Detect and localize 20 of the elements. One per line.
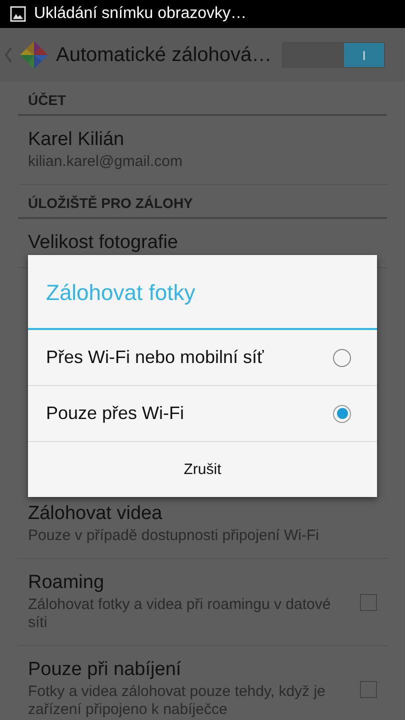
notification-text: Ukládání snímku obrazovky… — [34, 5, 247, 23]
option-label: Přes Wi-Fi nebo mobilní síť — [46, 347, 264, 368]
screen-title: Automatické zálohová… — [56, 44, 273, 66]
option-row[interactable]: Pouze přes Wi-Fi — [28, 386, 377, 442]
dialog-title: Zálohovat fotky — [28, 255, 377, 330]
section-header: ÚČET — [18, 82, 387, 116]
checkbox[interactable] — [360, 594, 377, 610]
setting-title: Karel Kilián — [28, 129, 126, 151]
radio-button[interactable] — [333, 404, 351, 422]
setting-title: Pouze při nabíjení — [28, 659, 182, 681]
checkbox[interactable] — [360, 680, 377, 698]
radio-button[interactable] — [333, 348, 351, 366]
option-row[interactable]: Přes Wi-Fi nebo mobilní síť — [28, 330, 377, 386]
section-header: ÚLOŽIŠTĚ PRO ZÁLOHY — [18, 185, 387, 219]
cancel-button[interactable]: Zrušit — [28, 442, 377, 497]
option-label: Pouze přes Wi-Fi — [46, 403, 184, 424]
setting-title: Zálohovat videa — [28, 503, 164, 525]
image-icon — [10, 6, 26, 22]
setting-title: Velikost fotografie — [28, 232, 179, 254]
setting-title: Roaming — [28, 572, 106, 594]
